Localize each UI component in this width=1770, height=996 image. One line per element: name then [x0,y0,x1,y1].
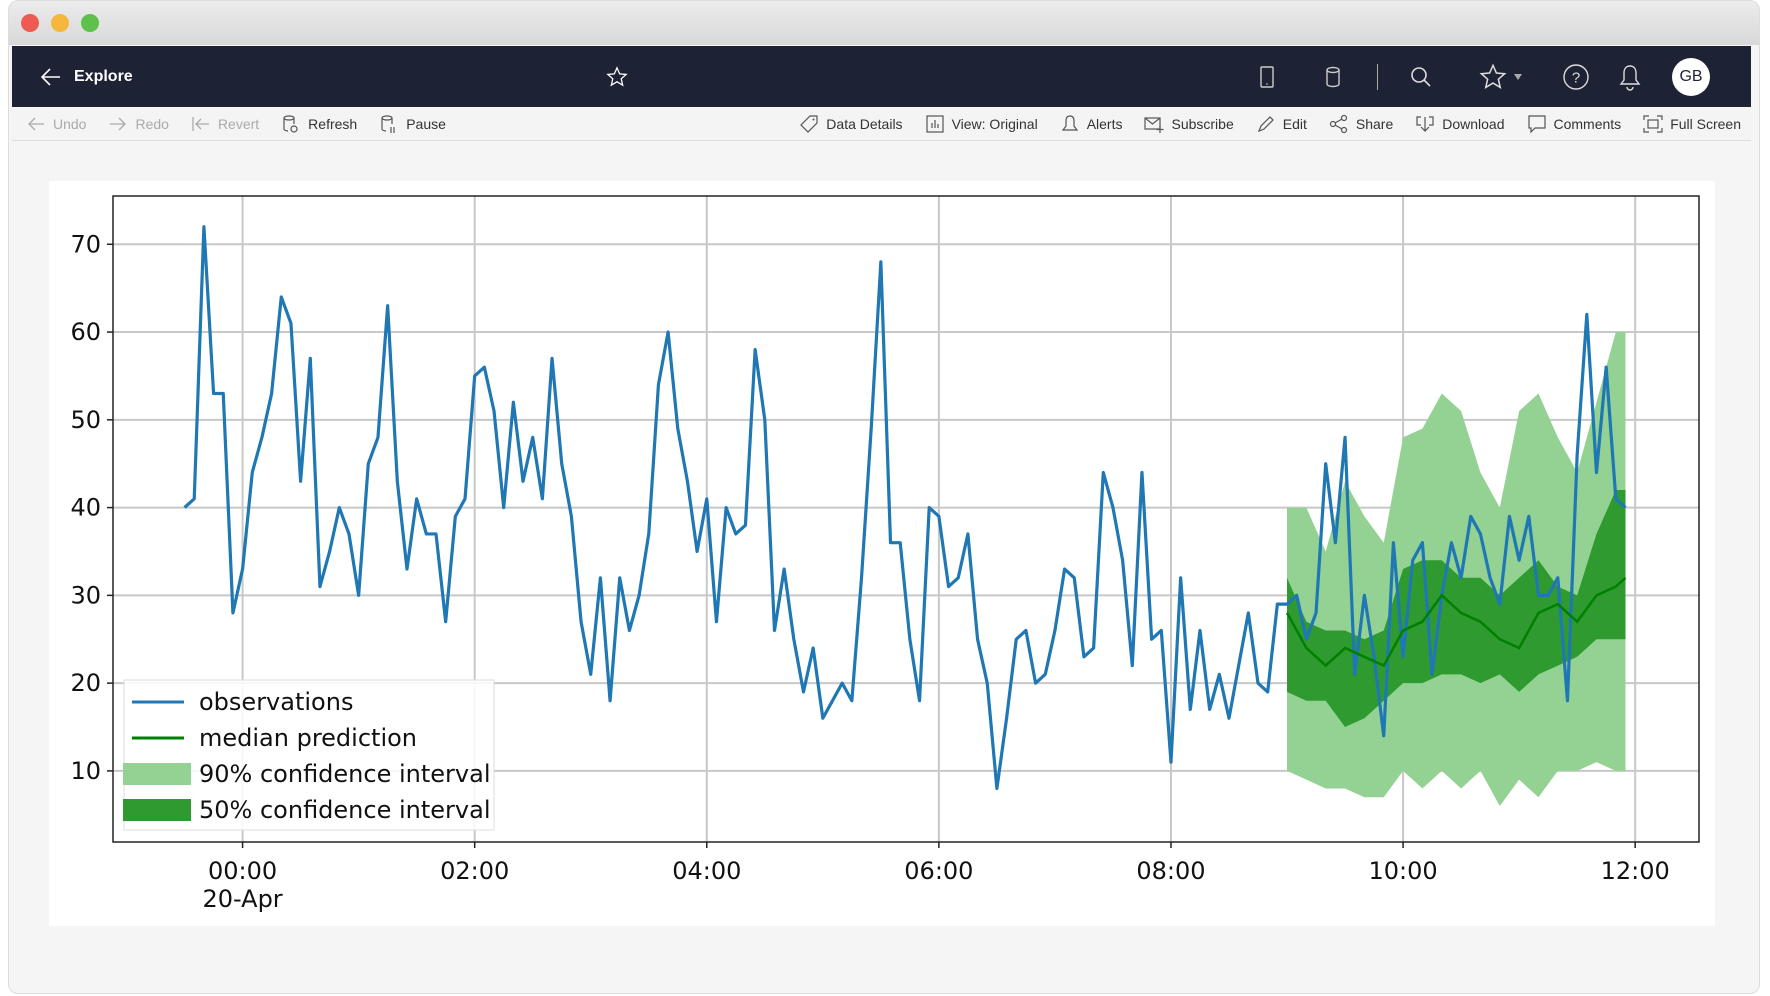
y-tick-label: 50 [70,406,101,434]
x-tick-label: 02:00 [440,857,509,885]
legend-ci50-label: 50% confidence interval [199,796,490,824]
ci90-band [1287,332,1626,807]
y-tick-label: 30 [70,581,101,609]
legend-ci90-label: 90% confidence interval [199,760,490,788]
bell-icon [1619,64,1641,91]
edit-label: Edit [1282,116,1307,132]
database-icon [1326,66,1340,87]
back-label: Explore [74,67,133,85]
forecast-chart: 10 20 30 40 50 60 70 00:0020-Apr 02:00 04:00 06:00… [70,195,1700,913]
revert-button[interactable]: Revert [191,114,259,134]
back-arrow-icon [40,67,60,86]
redo-label: Redo [135,116,169,132]
x-tick-label: 04:00 [672,857,741,885]
refresh-icon [283,115,298,133]
pause-button[interactable]: Pause [379,114,446,134]
chart-panel: 10 20 30 40 50 60 70 00:00 20-Apr 02:00 04:00 06:00… [49,181,1715,926]
redo-button[interactable]: Redo [108,114,169,134]
refresh-button[interactable]: Refresh [281,114,357,134]
data-source-button[interactable] [1318,46,1348,107]
minimize-window-button[interactable] [51,14,69,32]
refresh-label: Refresh [308,116,358,132]
x-tick-label: 00:00 [208,857,277,885]
help-icon: ? [1563,63,1589,90]
avatar[interactable]: GB [1672,57,1710,96]
user-menu-button[interactable]: GB [1671,46,1711,107]
view-icon [925,115,944,133]
data-details-button[interactable]: Data Details [799,114,903,134]
share-icon [1329,114,1347,134]
svg-text:?: ? [1572,69,1580,86]
view-original-button[interactable]: View: Original [925,114,1038,134]
caret-down-icon [1514,73,1522,80]
x-tick-label: 08:00 [1136,857,1205,885]
comment-icon [1527,115,1546,134]
data-details-label: Data Details [826,116,903,132]
fullscreen-icon [1643,115,1663,133]
edit-button[interactable]: Edit [1256,114,1307,134]
x-tick-label: 12:00 [1601,857,1670,885]
full-screen-button[interactable]: Full Screen [1643,114,1741,134]
y-tick-label: 70 [70,230,101,258]
legend-observations-label: observations [199,688,353,716]
view-original-label: View: Original [951,116,1038,132]
download-label: Download [1442,116,1505,132]
y-tick-label: 10 [70,757,101,785]
undo-button[interactable]: Undo [26,114,86,134]
y-tick-label: 60 [70,318,101,346]
y-tick-label: 40 [70,494,101,522]
favorites-menu-button[interactable] [1476,46,1526,107]
device-preview-button[interactable] [1252,46,1282,107]
toolbar: Undo Redo Revert Refresh Pause Data Deta… [12,108,1751,141]
nav-divider [1376,46,1378,107]
revert-label: Revert [217,116,260,132]
legend-ci90-swatch [123,763,191,785]
x-tick-sublabel: 20-Apr [202,885,282,913]
legend-median-label: median prediction [199,724,417,752]
search-icon [1411,66,1431,87]
pause-label: Pause [406,116,446,132]
star-icon [606,65,628,86]
comments-button[interactable]: Comments [1527,114,1622,134]
star-icon [1479,62,1507,89]
search-button[interactable] [1406,46,1436,107]
title-bar [9,1,1759,45]
back-button[interactable]: Explore [40,46,133,107]
maximize-window-button[interactable] [81,14,99,32]
download-icon [1416,116,1434,132]
help-button[interactable]: ? [1560,46,1592,107]
subscribe-icon [1144,117,1164,133]
comments-label: Comments [1553,116,1622,132]
x-tick-label: 06:00 [904,857,973,885]
undo-icon [28,117,44,131]
download-button[interactable]: Download [1415,114,1505,134]
top-nav: Explore ? GB [12,46,1751,107]
share-button[interactable]: Share [1329,114,1393,134]
alerts-button[interactable]: Alerts [1060,114,1123,134]
full-screen-label: Full Screen [1670,116,1741,132]
close-window-button[interactable] [21,14,39,32]
redo-icon [110,117,127,131]
notifications-button[interactable] [1614,46,1646,107]
y-tick-label: 20 [70,669,101,697]
x-tick-label: 10:00 [1368,857,1437,885]
subscribe-label: Subscribe [1171,116,1234,132]
alert-bell-icon [1061,115,1078,131]
revert-icon [192,117,209,131]
legend-ci50-swatch [123,799,191,821]
pencil-icon [1257,116,1274,133]
tablet-icon [1260,65,1274,88]
confidence-bands [1287,332,1626,807]
favorite-button[interactable] [602,46,632,107]
tag-icon [800,115,818,133]
alerts-label: Alerts [1086,116,1123,132]
share-label: Share [1355,116,1394,132]
undo-label: Undo [53,116,87,132]
pause-icon [381,115,395,133]
subscribe-button[interactable]: Subscribe [1144,114,1234,134]
legend: observations median prediction 90% confi… [123,679,495,831]
